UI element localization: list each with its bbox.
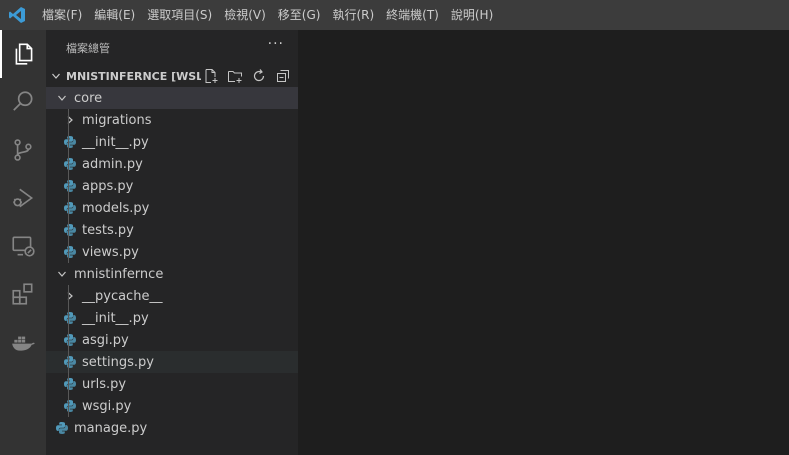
chevron-down-icon[interactable] (54, 263, 70, 285)
tree-item-label: core (74, 90, 103, 106)
menu-edit[interactable]: 編輯(E) (88, 0, 141, 30)
tree-folder-row[interactable]: migrations (46, 109, 298, 131)
menubar: 檔案(F) 編輯(E) 選取項目(S) 檢視(V) 移至(G) 執行(R) 終端… (0, 0, 789, 30)
tree-item-label: __init__.py (82, 310, 149, 326)
activity-bar (0, 30, 46, 455)
tree-item-label: manage.py (74, 420, 148, 436)
collapse-all-icon[interactable] (274, 67, 292, 85)
indent-guide (68, 241, 69, 263)
tree-file-row[interactable]: models.py (46, 197, 298, 219)
indent-guide (68, 219, 69, 241)
chevron-right-icon[interactable] (62, 109, 78, 131)
indent-guide (68, 307, 69, 329)
refresh-icon[interactable] (250, 67, 268, 85)
tree-file-row[interactable]: __init__.py (46, 131, 298, 153)
tree-item-label: mnistinfernce (74, 266, 164, 282)
tree-folder-row[interactable]: core (46, 87, 298, 109)
tree-file-row[interactable]: admin.py (46, 153, 298, 175)
extensions-icon[interactable] (0, 270, 46, 318)
chevron-right-icon[interactable] (62, 285, 78, 307)
workspace-title: MNISTINFERNCE [WSL: ... (66, 69, 201, 83)
python-file-icon (62, 153, 78, 175)
menu-view[interactable]: 檢視(V) (218, 0, 272, 30)
indent-guide (68, 373, 69, 395)
tree-item-label: __init__.py (82, 134, 149, 150)
tree-file-row[interactable]: views.py (46, 241, 298, 263)
workspace-section-header[interactable]: MNISTINFERNCE [WSL: ... (46, 65, 298, 87)
tree-file-row[interactable]: apps.py (46, 175, 298, 197)
python-file-icon (62, 329, 78, 351)
indent-guide (68, 175, 69, 197)
indent-guide (68, 329, 69, 351)
chevron-down-icon (46, 71, 66, 81)
tree-item-label: __pycache__ (82, 288, 163, 304)
vscode-logo-icon (0, 0, 34, 30)
menu-help[interactable]: 說明(H) (445, 0, 499, 30)
more-actions-button[interactable]: ··· (268, 36, 284, 52)
python-file-icon (62, 219, 78, 241)
search-icon[interactable] (0, 78, 46, 126)
tree-file-row[interactable]: asgi.py (46, 329, 298, 351)
sidebar-title: 檔案總管 (66, 41, 110, 55)
tree-item-label: asgi.py (82, 332, 129, 348)
menu-run[interactable]: 執行(R) (326, 0, 380, 30)
indent-guide (68, 131, 69, 153)
tree-item-label: urls.py (82, 376, 127, 392)
tree-item-label: settings.py (82, 354, 154, 370)
python-file-icon (62, 197, 78, 219)
menu-go[interactable]: 移至(G) (272, 0, 327, 30)
tree-item-label: models.py (82, 200, 150, 216)
indent-guide (68, 109, 69, 131)
menu-terminal[interactable]: 終端機(T) (380, 0, 445, 30)
explorer-icon[interactable] (0, 30, 46, 78)
tree-item-label: wsgi.py (82, 398, 132, 414)
indent-guide (68, 351, 69, 373)
indent-guide (68, 285, 69, 307)
python-file-icon (62, 175, 78, 197)
tree-item-label: views.py (82, 244, 139, 260)
tree-folder-row[interactable]: __pycache__ (46, 285, 298, 307)
new-folder-icon[interactable] (226, 67, 244, 85)
menu-selection[interactable]: 選取項目(S) (141, 0, 218, 30)
chevron-down-icon[interactable] (54, 87, 70, 109)
python-file-icon (62, 351, 78, 373)
python-file-icon (62, 373, 78, 395)
source-control-icon[interactable] (0, 126, 46, 174)
tree-item-label: apps.py (82, 178, 134, 194)
python-file-icon (62, 131, 78, 153)
tree-file-row[interactable]: urls.py (46, 373, 298, 395)
python-file-icon (62, 307, 78, 329)
tree-item-label: migrations (82, 112, 152, 128)
run-debug-icon[interactable] (0, 174, 46, 222)
tree-file-row[interactable]: tests.py (46, 219, 298, 241)
remote-explorer-icon[interactable] (0, 222, 46, 270)
indent-guide (68, 395, 69, 417)
tree-item-label: admin.py (82, 156, 143, 172)
indent-guide (68, 153, 69, 175)
tree-file-row[interactable]: settings.py (46, 351, 298, 373)
python-file-icon (54, 417, 70, 439)
python-file-icon (62, 241, 78, 263)
tree-item-label: tests.py (82, 222, 134, 238)
tree-file-row[interactable]: __init__.py (46, 307, 298, 329)
tree-file-row[interactable]: manage.py (46, 417, 298, 439)
editor-area[interactable] (298, 30, 789, 455)
docker-icon[interactable] (0, 318, 46, 366)
new-file-icon[interactable] (202, 67, 220, 85)
tree-file-row[interactable]: wsgi.py (46, 395, 298, 417)
python-file-icon (62, 395, 78, 417)
explorer-sidebar: 檔案總管 ··· MNISTINFERNCE [WSL: ... (46, 30, 298, 455)
menu-file[interactable]: 檔案(F) (34, 0, 88, 30)
section-actions (202, 67, 292, 85)
tree-folder-row[interactable]: mnistinfernce (46, 263, 298, 285)
indent-guide (68, 197, 69, 219)
